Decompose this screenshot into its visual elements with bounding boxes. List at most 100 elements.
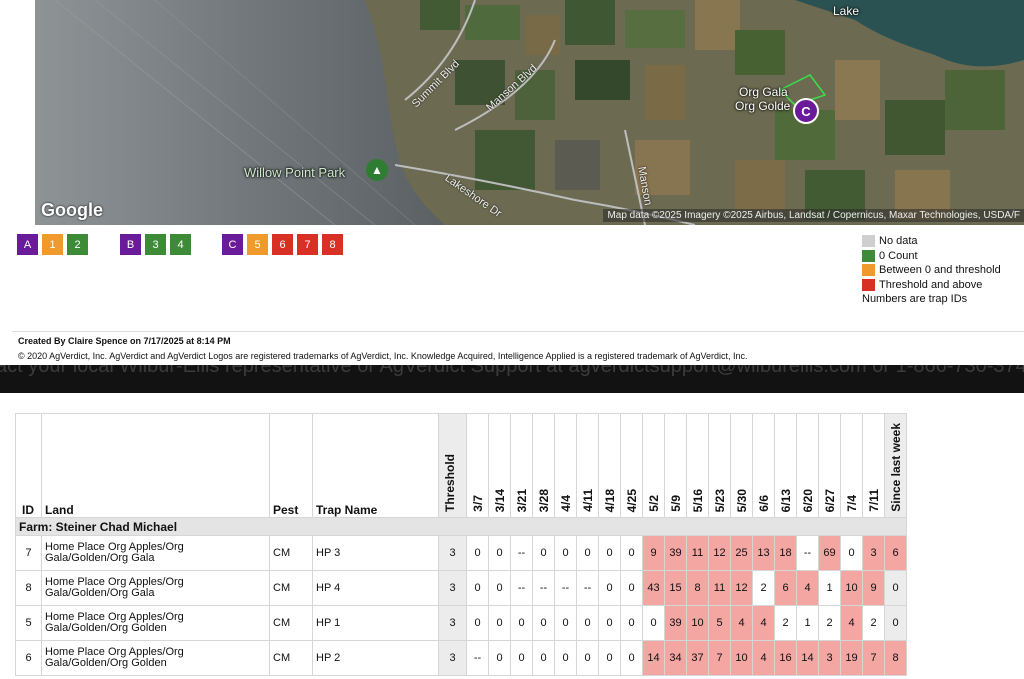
cell-id: 5 — [15, 605, 42, 641]
legend-between: Between 0 and threshold — [879, 264, 1001, 277]
overlay-strip: act your local Wilbur-Ellis representati… — [0, 365, 1024, 393]
cell-count: 0 — [598, 535, 621, 571]
cell-trap-name: HP 4 — [312, 570, 439, 606]
cell-count: 0 — [598, 570, 621, 606]
cell-count: 11 — [686, 535, 709, 571]
col-header-date: 4/11 — [576, 413, 599, 518]
cell-count: 4 — [796, 570, 819, 606]
cell-count: 4 — [840, 605, 863, 641]
legend-swatch-zero — [862, 249, 875, 262]
col-header-date: 5/23 — [708, 413, 731, 518]
cell-threshold: 3 — [438, 640, 467, 676]
col-header-date: 5/16 — [686, 413, 709, 518]
cell-pest: CM — [269, 535, 313, 571]
cell-pest: CM — [269, 640, 313, 676]
cell-id: 8 — [15, 570, 42, 606]
col-header-date: 3/21 — [510, 413, 533, 518]
col-header-id: ID — [15, 413, 42, 518]
cell-count: 25 — [730, 535, 753, 571]
site-badge-b: B — [120, 234, 141, 255]
col-header-date: 6/6 — [752, 413, 775, 518]
legend-no-data: No data — [879, 235, 918, 248]
cell-count: 9 — [862, 570, 885, 606]
legend-note: Numbers are trap IDs — [862, 293, 968, 305]
legend-swatch-no-data — [862, 235, 875, 248]
cell-count: 16 — [774, 640, 797, 676]
cell-count: 0 — [466, 535, 489, 571]
org-golden-label: Org Golde — [735, 99, 791, 113]
trap-count-table-wrapper: ID Land Pest Trap Name Threshold 3/7 3/1… — [15, 413, 907, 676]
cell-count: 37 — [686, 640, 709, 676]
cell-land: Home Place Org Apples/Org Gala/Golden/Or… — [41, 640, 270, 676]
cell-pest: CM — [269, 605, 313, 641]
cell-count: 14 — [642, 640, 665, 676]
cell-count: 10 — [686, 605, 709, 641]
cell-count: 2 — [818, 605, 841, 641]
cell-id: 6 — [15, 640, 42, 676]
copyright-text: © 2020 AgVerdict, Inc. AgVerdict and AgV… — [18, 351, 748, 361]
col-header-date: 6/20 — [796, 413, 819, 518]
trap-group-b: B 3 4 — [120, 234, 191, 255]
cell-count: 0 — [554, 605, 577, 641]
cell-count: 0 — [840, 535, 863, 571]
table-row[interactable]: 8 Home Place Org Apples/Org Gala/Golden/O… — [15, 570, 907, 606]
col-header-date: 3/7 — [466, 413, 489, 518]
cell-count: 0 — [510, 640, 533, 676]
park-tree-icon: ▲ — [366, 159, 388, 181]
cell-count: 0 — [598, 605, 621, 641]
col-header-date: 6/27 — [818, 413, 841, 518]
cell-count: 1 — [796, 605, 819, 641]
site-badge-c: C — [222, 234, 243, 255]
trap-count-table: ID Land Pest Trap Name Threshold 3/7 3/1… — [15, 413, 907, 676]
cell-count: 0 — [488, 605, 511, 641]
cell-count: 1 — [818, 570, 841, 606]
cell-count: 11 — [708, 570, 731, 606]
cell-count: 0 — [532, 640, 555, 676]
cell-count: 12 — [708, 535, 731, 571]
trap-badge-4: 4 — [170, 234, 191, 255]
cell-threshold: 3 — [438, 535, 467, 571]
cell-count: 0 — [532, 535, 555, 571]
cell-count: 2 — [862, 605, 885, 641]
trap-badge-3: 3 — [145, 234, 166, 255]
legend-swatch-above — [862, 278, 875, 291]
cell-count: 69 — [818, 535, 841, 571]
cell-count: -- — [532, 570, 555, 606]
col-header-date: 5/9 — [664, 413, 687, 518]
col-header-date: 4/18 — [598, 413, 621, 518]
table-row[interactable]: 5 Home Place Org Apples/Org Gala/Golden/O… — [15, 605, 907, 641]
map-attribution[interactable]: Map data ©2025 Imagery ©2025 Airbus, Lan… — [603, 209, 1024, 222]
cell-land: Home Place Org Apples/Org Gala/Golden/Or… — [41, 570, 270, 606]
cell-count: 12 — [730, 570, 753, 606]
cell-since-last-week: 0 — [884, 605, 907, 641]
table-row[interactable]: 6 Home Place Org Apples/Org Gala/Golden/O… — [15, 640, 907, 676]
cell-count: 8 — [686, 570, 709, 606]
cell-count: 5 — [708, 605, 731, 641]
table-header-row: ID Land Pest Trap Name Threshold 3/7 3/1… — [15, 413, 907, 518]
legend-above: Threshold and above — [879, 278, 983, 291]
col-header-date: 5/2 — [642, 413, 665, 518]
created-by-text: Created By Claire Spence on 7/17/2025 at… — [18, 336, 231, 346]
legend-swatch-between — [862, 264, 875, 277]
cell-count: 15 — [664, 570, 687, 606]
cell-count: 0 — [620, 605, 643, 641]
trap-marker-c[interactable]: C — [793, 98, 819, 124]
park-label: Willow Point Park — [244, 165, 346, 180]
cell-trap-name: HP 3 — [312, 535, 439, 571]
cell-count: 0 — [466, 570, 489, 606]
cell-count: 10 — [840, 570, 863, 606]
satellite-map[interactable]: Lake Summit Blvd Manson Blvd Manson Lake… — [35, 0, 1024, 225]
cell-count: 6 — [774, 570, 797, 606]
table-row[interactable]: 7 Home Place Org Apples/Org Gala/Golden/O… — [15, 535, 907, 571]
trap-badge-2: 2 — [67, 234, 88, 255]
cell-count: 13 — [752, 535, 775, 571]
farm-group-row: Farm: Steiner Chad Michael — [15, 517, 907, 536]
cell-land: Home Place Org Apples/Org Gala/Golden/Or… — [41, 535, 270, 571]
cell-count: 0 — [554, 640, 577, 676]
cell-trap-name: HP 2 — [312, 640, 439, 676]
cell-count: 0 — [488, 570, 511, 606]
map-legend: No data 0 Count Between 0 and threshold … — [862, 234, 1001, 305]
trap-group-c: C 5 6 7 8 — [222, 234, 343, 255]
cell-since-last-week: 8 — [884, 640, 907, 676]
footer-divider — [12, 331, 1024, 332]
